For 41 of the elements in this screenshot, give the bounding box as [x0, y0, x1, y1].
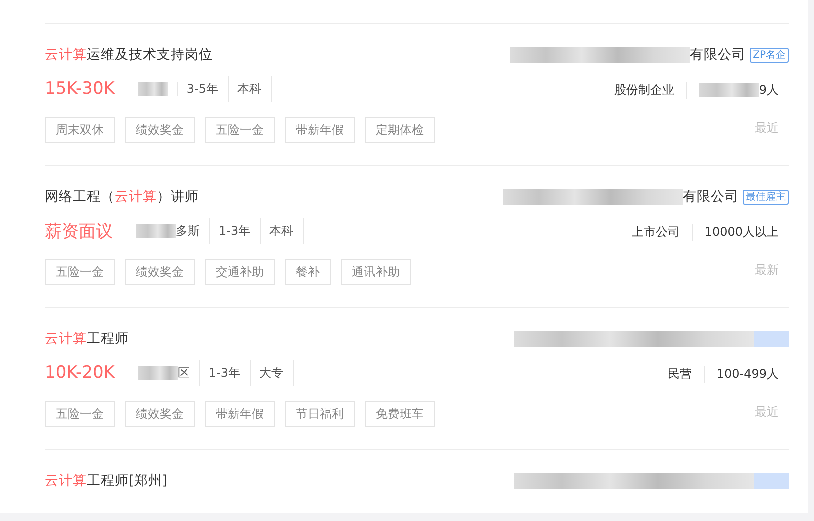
benefit-tag: 绩效奖金 — [125, 259, 195, 285]
job-requirement: 本科 — [260, 218, 304, 244]
post-time: 最新 — [755, 262, 780, 279]
job-requirement: 1-3年 — [200, 360, 251, 386]
benefit-tag: 五险一金 — [45, 259, 115, 285]
benefit-tag: 周末双休 — [45, 117, 115, 143]
benefit-tag: 节日福利 — [285, 401, 355, 427]
benefit-tag: 五险一金 — [205, 117, 275, 143]
job-title[interactable]: 云计算运维及技术支持岗位 — [45, 45, 435, 65]
company-info: 100-499人 — [704, 366, 789, 382]
company-info: 9人 — [686, 82, 789, 98]
job-title[interactable]: 云计算工程师[郑州] — [45, 471, 168, 491]
company-info: 民营 — [666, 366, 693, 382]
post-time: 最近 — [755, 404, 780, 421]
benefit-tag: 绩效奖金 — [125, 117, 195, 143]
benefit-tag: 交通补助 — [205, 259, 275, 285]
benefit-tag: 绩效奖金 — [125, 401, 195, 427]
benefit-tag: 免费班车 — [365, 401, 435, 427]
job-requirement: 本科 — [228, 76, 272, 102]
company-info: 股份制企业 — [613, 82, 676, 98]
job-requirement: 3-5年 — [178, 76, 229, 102]
job-requirement: 大专 — [250, 360, 294, 386]
job-requirement: 1-3年 — [210, 218, 261, 244]
salary: 薪资面议 — [45, 220, 113, 242]
benefit-tag: 五险一金 — [45, 401, 115, 427]
company-info: 10000人以上 — [692, 224, 789, 240]
blurred-company-name[interactable] — [514, 471, 789, 491]
benefit-tag: 通讯补助 — [341, 259, 411, 285]
benefit-tag: 定期体检 — [365, 117, 435, 143]
salary: 10K-20K — [45, 363, 115, 383]
blurred-company-name[interactable] — [514, 329, 789, 349]
benefit-tag: 带薪年假 — [205, 401, 275, 427]
salary: 15K-30K — [45, 79, 115, 99]
blurred-location: 区 — [128, 360, 200, 386]
benefit-tag: 餐补 — [285, 259, 331, 285]
company-info: 上市公司 — [630, 224, 681, 240]
post-time: 最近 — [755, 120, 780, 137]
blurred-location: 多斯 — [127, 218, 210, 244]
job-title[interactable]: 网络工程（云计算）讲师 — [45, 187, 411, 207]
job-title[interactable]: 云计算工程师 — [45, 329, 435, 349]
benefit-tag: 带薪年假 — [285, 117, 355, 143]
